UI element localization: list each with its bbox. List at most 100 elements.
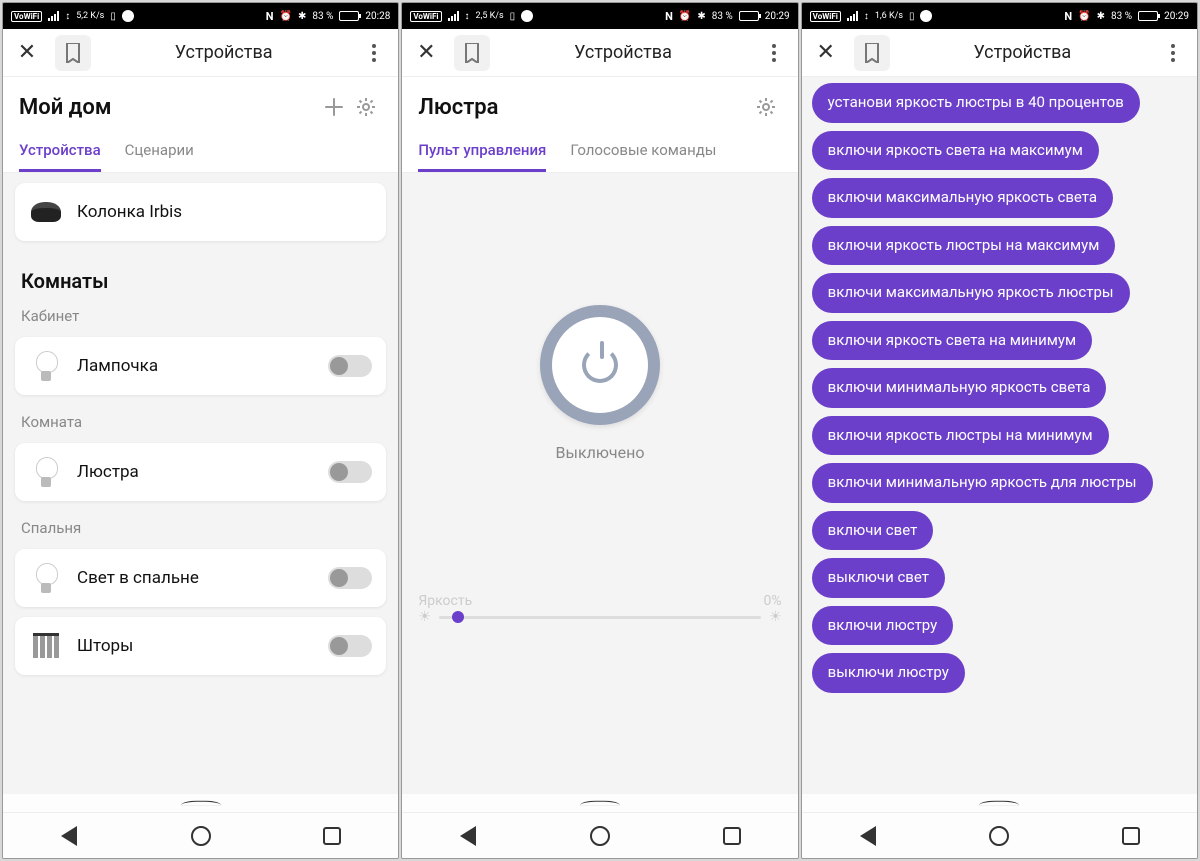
brightness-slider[interactable]: ☀ ☀ (402, 609, 797, 641)
sim-icon: ▯ (110, 11, 116, 22)
home-title: Мой дом (19, 95, 318, 120)
gear-icon[interactable] (350, 91, 382, 123)
device-label: Свет в спальне (77, 568, 314, 588)
messenger-icon (122, 10, 134, 22)
back-button[interactable] (56, 823, 82, 849)
device-label: Шторы (77, 636, 314, 656)
drawer-handle[interactable] (3, 794, 398, 812)
voice-command-chip[interactable]: выключи люстру (812, 653, 965, 693)
power-control-area: Выключено (402, 173, 797, 593)
menu-icon[interactable] (1155, 35, 1191, 71)
section-header: Мой дом (3, 77, 398, 131)
voice-command-chip[interactable]: включи максимальную яркость света (812, 178, 1113, 218)
room-label: Кабинет (3, 299, 398, 327)
sun-big-icon: ☀ (769, 609, 782, 625)
home-button[interactable] (986, 823, 1012, 849)
bulb-icon (29, 561, 63, 595)
home-button[interactable] (188, 823, 214, 849)
device-label: Лампочка (77, 356, 314, 376)
brightness-label: Яркость (418, 593, 472, 609)
voice-command-chip[interactable]: включи яркость люстры на минимум (812, 416, 1109, 456)
bookmark-icon[interactable] (55, 35, 91, 71)
device-title: Люстра (418, 95, 749, 120)
toggle-switch[interactable] (328, 635, 372, 657)
toggle-switch[interactable] (328, 355, 372, 377)
drawer-handle[interactable] (802, 794, 1197, 812)
page-title: Устройства (900, 42, 1145, 63)
room-label: Спальня (3, 511, 398, 539)
status-bar: VoWiFi ↕ 1,6 K/s ▯ N ⏰ ✱ 83 % 20:29 (802, 3, 1197, 29)
tabs: Устройства Сценарии (3, 131, 398, 173)
brightness-slider-row: Яркость 0% (402, 593, 797, 609)
voice-command-chip[interactable]: включи максимальную яркость люстры (812, 273, 1130, 313)
toggle-switch[interactable] (328, 461, 372, 483)
sim-icon: ▯ (510, 11, 516, 22)
page-title: Устройства (101, 42, 346, 63)
phone-screen-2: VoWiFi ↕ 2,5 K/s ▯ N ⏰ ✱ 83 % 20:29 ✕ Ус… (401, 2, 798, 859)
close-icon[interactable]: ✕ (408, 35, 444, 71)
arrow-icon: ↕ (65, 11, 70, 22)
slider-track[interactable] (439, 616, 761, 619)
sim-icon: ▯ (909, 11, 915, 22)
close-icon[interactable]: ✕ (808, 35, 844, 71)
home-button[interactable] (587, 823, 613, 849)
tab-scenarios[interactable]: Сценарии (125, 131, 194, 172)
network-speed: 5,2 K/s (76, 12, 104, 21)
speaker-card[interactable]: Колонка Irbis (15, 183, 386, 241)
voice-command-chip[interactable]: включи яркость света на максимум (812, 131, 1099, 171)
curtain-icon (29, 629, 63, 663)
recent-button[interactable] (719, 823, 745, 849)
menu-icon[interactable] (356, 35, 392, 71)
bulb-icon (29, 455, 63, 489)
back-button[interactable] (855, 823, 881, 849)
nfc-icon: N (1064, 10, 1072, 23)
gear-icon[interactable] (750, 91, 782, 123)
voice-command-chip[interactable]: включи яркость света на минимум (812, 321, 1092, 361)
app-bar: ✕ Устройства (3, 29, 398, 77)
vowifi-badge: VoWiFi (11, 11, 42, 22)
tab-voice[interactable]: Голосовые команды (570, 131, 716, 172)
bookmark-icon[interactable] (854, 35, 890, 71)
menu-icon[interactable] (756, 35, 792, 71)
voice-command-chip[interactable]: включи люстру (812, 606, 954, 646)
tab-control[interactable]: Пульт управления (418, 131, 546, 172)
alarm-icon: ⏰ (280, 11, 292, 22)
device-card[interactable]: Люстра (15, 443, 386, 501)
voice-command-chip[interactable]: включи яркость люстры на максимум (812, 226, 1116, 266)
voice-command-chip[interactable]: включи минимальную яркость света (812, 368, 1107, 408)
bookmark-icon[interactable] (454, 35, 490, 71)
voice-command-chip[interactable]: включи минимальную яркость для люстры (812, 463, 1153, 503)
brightness-value: 0% (764, 593, 782, 609)
device-card[interactable]: Шторы (15, 617, 386, 675)
recent-button[interactable] (319, 823, 345, 849)
voice-command-chip[interactable]: включи свет (812, 511, 934, 551)
battery-icon (739, 11, 759, 21)
alarm-icon: ⏰ (679, 11, 691, 22)
battery-pct: 83 % (712, 11, 733, 22)
content-pane: Мой дом Устройства Сценарии Колонка Irbi… (3, 77, 398, 794)
power-button[interactable] (540, 305, 660, 425)
signal-icon (448, 11, 459, 21)
bluetooth-icon: ✱ (1097, 11, 1105, 22)
sun-small-icon: ☀ (418, 609, 431, 625)
back-button[interactable] (455, 823, 481, 849)
voice-commands-list: установи яркость люстры в 40 процентов в… (802, 77, 1197, 699)
slider-thumb[interactable] (452, 611, 464, 623)
device-card[interactable]: Лампочка (15, 337, 386, 395)
clock: 20:29 (765, 11, 790, 22)
voice-command-chip[interactable]: установи яркость люстры в 40 процентов (812, 83, 1140, 123)
device-card[interactable]: Свет в спальне (15, 549, 386, 607)
alarm-icon: ⏰ (1078, 11, 1090, 22)
voice-command-chip[interactable]: выключи свет (812, 558, 945, 598)
tab-devices[interactable]: Устройства (19, 131, 101, 172)
recent-button[interactable] (1118, 823, 1144, 849)
rooms-heading: Комнаты (3, 251, 398, 299)
signal-icon (48, 11, 59, 21)
close-icon[interactable]: ✕ (9, 35, 45, 71)
drawer-handle[interactable] (402, 794, 797, 812)
network-speed: 1,6 K/s (875, 12, 903, 21)
phone-screen-3: VoWiFi ↕ 1,6 K/s ▯ N ⏰ ✱ 83 % 20:29 ✕ Ус… (801, 2, 1198, 859)
plus-icon[interactable] (318, 91, 350, 123)
phone-screen-1: VoWiFi ↕ 5,2 K/s ▯ N ⏰ ✱ 83 % 20:28 ✕ Ус… (2, 2, 399, 859)
toggle-switch[interactable] (328, 567, 372, 589)
